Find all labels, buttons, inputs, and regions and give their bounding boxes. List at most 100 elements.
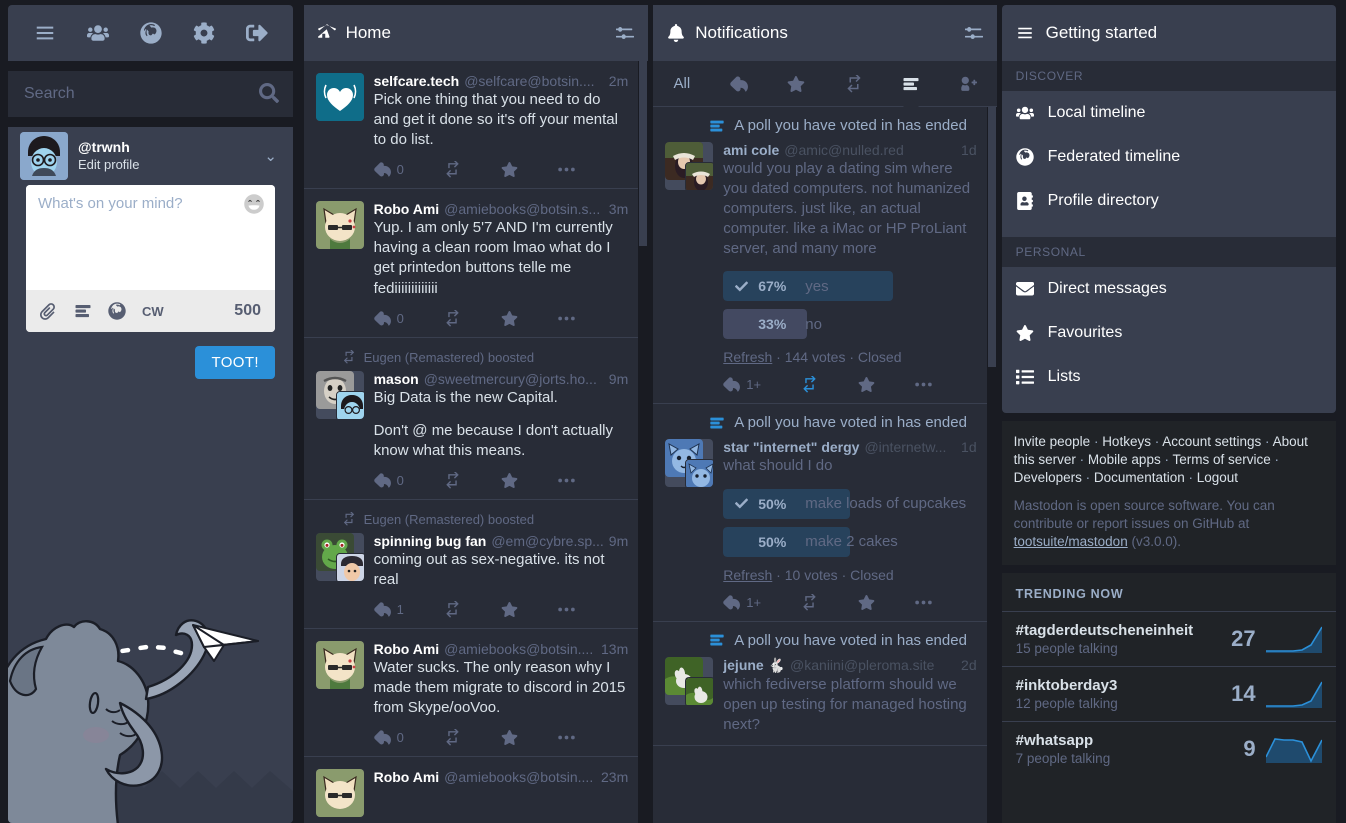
link-mobile-apps[interactable]: Mobile apps	[1088, 452, 1161, 467]
timestamp[interactable]: 23m	[601, 769, 628, 785]
avatar[interactable]	[315, 641, 364, 690]
sidebar-item-local-timeline[interactable]: Local timeline	[1001, 91, 1336, 135]
trending-item[interactable]: #inktoberday3 12 people talking 14	[1001, 666, 1336, 721]
scrollbar-thumb[interactable]	[639, 61, 648, 246]
globe-icon[interactable]	[133, 15, 169, 51]
community-icon[interactable]	[80, 15, 116, 51]
boost-button[interactable]	[444, 161, 461, 178]
boost-button[interactable]	[444, 729, 461, 746]
link-hotkeys[interactable]: Hotkeys	[1102, 434, 1151, 449]
more-options-button[interactable]	[558, 472, 575, 489]
trending-hashtag[interactable]: #tagderdeutscheneinheit	[1016, 622, 1222, 639]
timestamp[interactable]: 1d	[961, 439, 977, 455]
status-item[interactable]: Robo Ami @amiebooks@botsin.... 13m Water…	[303, 629, 639, 758]
reply-button[interactable]: 0	[373, 310, 404, 327]
account-row[interactable]: @trwnh Edit profile ⌄	[8, 127, 293, 185]
boost-button[interactable]	[801, 376, 818, 394]
timestamp[interactable]: 13m	[601, 641, 628, 657]
timestamp[interactable]: 2d	[961, 657, 977, 673]
emoji-picker-icon[interactable]	[243, 193, 265, 215]
poll-refresh-link[interactable]: Refresh	[723, 567, 772, 583]
scrollbar[interactable]	[986, 107, 997, 823]
favourite-button[interactable]	[501, 729, 518, 746]
sidebar-item-favourites[interactable]: Favourites	[1001, 311, 1336, 355]
toot-button[interactable]: TOOT!	[195, 346, 275, 379]
display-name[interactable]: jejune 🐇	[723, 657, 785, 674]
display-name[interactable]: ami cole	[723, 142, 779, 158]
more-options-button[interactable]	[558, 310, 575, 327]
display-name[interactable]: Robo Ami	[374, 641, 440, 657]
tab-all[interactable]: All	[653, 61, 710, 107]
reply-button[interactable]: 0	[373, 161, 404, 178]
link-logout[interactable]: Logout	[1197, 470, 1238, 485]
logout-icon[interactable]	[239, 15, 275, 51]
status-item[interactable]: Eugen (Remastered) boosted	[303, 500, 639, 630]
sidebar-item-federated-timeline[interactable]: Federated timeline	[1001, 135, 1336, 179]
poll-refresh-link[interactable]: Refresh	[723, 349, 772, 365]
favourite-button[interactable]	[501, 161, 518, 178]
trending-hashtag[interactable]: #whatsapp	[1016, 732, 1234, 749]
tab-mentions[interactable]	[710, 61, 767, 107]
visibility-globe-icon[interactable]	[108, 302, 126, 320]
favourite-button[interactable]	[501, 310, 518, 327]
tab-favourites[interactable]	[768, 61, 825, 107]
timestamp[interactable]: 9m	[609, 533, 628, 549]
display-name[interactable]: star "internet" dergy	[723, 439, 859, 455]
tab-polls[interactable]	[882, 61, 939, 107]
more-options-button[interactable]	[915, 376, 932, 393]
reply-button[interactable]: 0	[373, 729, 404, 746]
avatar[interactable]	[315, 532, 364, 581]
gear-icon[interactable]	[186, 15, 222, 51]
poll-option[interactable]: 50% make 2 cakes	[723, 526, 976, 557]
boost-button[interactable]	[444, 471, 461, 489]
content-warning-button[interactable]: CW	[142, 304, 164, 319]
timestamp[interactable]: 2m	[609, 73, 628, 89]
avatar[interactable]	[315, 73, 364, 121]
poll-option[interactable]: 50% make loads of cupcakes	[723, 488, 976, 519]
avatar[interactable]	[315, 370, 364, 419]
display-name[interactable]: Robo Ami	[374, 769, 440, 785]
search-icon[interactable]	[259, 83, 281, 105]
search-input[interactable]	[8, 71, 293, 117]
link-account-settings[interactable]: Account settings	[1162, 434, 1261, 449]
avatar[interactable]	[315, 201, 364, 250]
status-item[interactable]: Robo Ami @amiebooks@botsin.... 23m	[304, 757, 639, 823]
sidebar-item-profile-directory[interactable]: Profile directory	[1001, 179, 1336, 223]
notifications-column-header[interactable]: Notifications	[653, 5, 997, 61]
trending-item[interactable]: #tagderdeutscheneinheit 15 people talkin…	[1001, 611, 1336, 666]
column-settings-icon[interactable]	[964, 24, 983, 42]
column-settings-icon[interactable]	[616, 24, 635, 42]
sidebar-item-lists[interactable]: Lists	[1001, 355, 1336, 399]
link-invite-people[interactable]: Invite people	[1014, 434, 1091, 449]
more-options-button[interactable]	[915, 594, 932, 611]
favourite-button[interactable]	[858, 376, 875, 393]
status-item[interactable]: selfcare.tech @selfcare@botsin.... 2m Pi…	[303, 61, 639, 190]
timestamp[interactable]: 3m	[609, 201, 628, 217]
timestamp[interactable]: 9m	[609, 371, 628, 387]
display-name[interactable]: Robo Ami	[374, 201, 440, 217]
favourite-button[interactable]	[501, 472, 518, 489]
add-poll-icon[interactable]	[74, 302, 92, 320]
notification-item[interactable]: A poll you have voted in has ended	[653, 107, 987, 405]
avatar[interactable]	[315, 769, 364, 818]
more-options-button[interactable]	[558, 601, 575, 618]
reply-button[interactable]: 1	[373, 601, 404, 618]
avatar[interactable]	[665, 656, 714, 705]
trending-hashtag[interactable]: #inktoberday3	[1016, 677, 1222, 694]
scrollbar[interactable]	[638, 61, 649, 823]
timestamp[interactable]: 1d	[961, 142, 977, 158]
tab-follows[interactable]	[939, 61, 996, 107]
tab-boosts[interactable]	[825, 61, 882, 107]
sidebar-item-direct-messages[interactable]: Direct messages	[1001, 267, 1336, 311]
poll-option[interactable]: 33% no	[723, 309, 976, 340]
boost-button[interactable]	[444, 601, 461, 618]
avatar[interactable]	[665, 142, 714, 190]
compose-textarea-wrap[interactable]: What's on your mind?	[26, 185, 275, 290]
display-name[interactable]: selfcare.tech	[374, 73, 460, 89]
boost-button[interactable]	[444, 309, 461, 327]
edit-profile-link[interactable]: Edit profile	[78, 157, 254, 173]
notification-item[interactable]: A poll you have voted in has ended	[653, 622, 987, 746]
reply-button[interactable]: 1+	[723, 594, 761, 611]
favourite-button[interactable]	[858, 594, 875, 611]
more-options-button[interactable]	[558, 161, 575, 178]
